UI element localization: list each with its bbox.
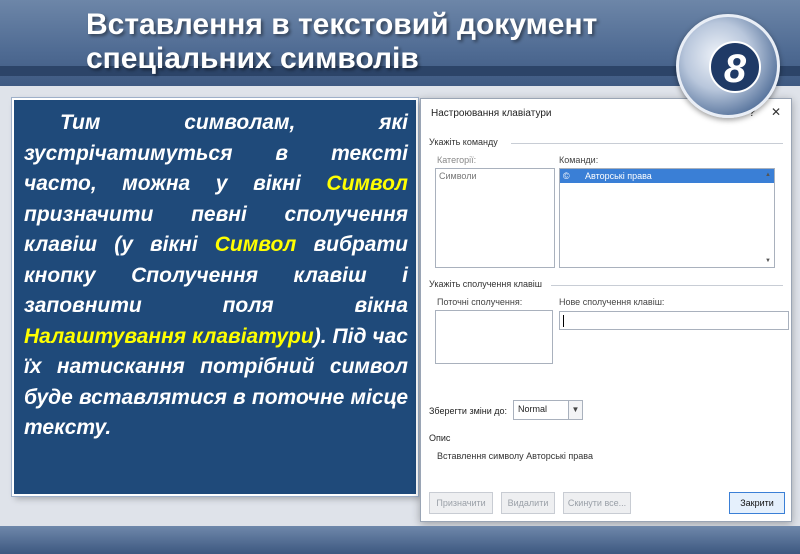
close-button[interactable]: Закрити: [729, 492, 785, 514]
new-keys-input[interactable]: [559, 311, 789, 330]
assign-button[interactable]: Призначити: [429, 492, 493, 514]
reset-all-button[interactable]: Скинути все...: [563, 492, 631, 514]
scroll-down-icon[interactable]: ▼: [763, 256, 773, 266]
customize-keyboard-dialog: Настроювання клавіатури ? ✕ Укажіть кома…: [420, 98, 792, 522]
scroll-up-icon[interactable]: ▲: [763, 170, 773, 180]
commands-list[interactable]: © Авторські права ▲ ▼: [559, 168, 775, 268]
divider: [551, 285, 783, 286]
section-command-label: Укажіть команду: [429, 137, 498, 147]
slide-title: Вставлення в текстовий документ спеціаль…: [86, 8, 726, 76]
command-item-label: Авторські права: [585, 171, 652, 181]
save-in-select[interactable]: Normal ▼: [513, 400, 583, 420]
description-label: Опис: [429, 433, 451, 443]
dialog-title: Настроювання клавіатури: [431, 108, 552, 119]
copyright-symbol: ©: [563, 171, 570, 181]
slide-title-line2: спеціальних символів: [86, 42, 419, 75]
highlight-symbol-2: Символ: [214, 233, 297, 256]
slide-title-line1: Вставлення в текстовий документ: [86, 8, 598, 41]
new-keys-label: Нове сполучення клавіш:: [559, 297, 665, 307]
remove-button[interactable]: Видалити: [501, 492, 555, 514]
description-text: Вставлення символу Авторські права: [437, 451, 593, 461]
close-icon[interactable]: ✕: [767, 103, 785, 121]
save-in-value: Normal: [518, 404, 548, 414]
current-keys-list[interactable]: [435, 310, 553, 364]
categories-label: Категорії:: [437, 155, 477, 165]
divider: [511, 143, 783, 144]
section-keys-label: Укажіть сполучення клавіш: [429, 279, 543, 289]
commands-label: Команди:: [559, 155, 599, 165]
highlight-keyboard-settings: Налаштування клавіатури: [24, 324, 314, 348]
categories-list[interactable]: Символи: [435, 168, 555, 268]
category-item[interactable]: Символи: [436, 169, 554, 183]
save-in-label: Зберегти зміни до:: [429, 406, 508, 416]
text-panel: Тим символам, які зустрічатимуться в тек…: [12, 98, 418, 496]
panel-text: Тим символам, які зустрічатимуться в тек…: [24, 108, 408, 444]
current-keys-label: Поточні сполучення:: [437, 297, 523, 307]
highlight-symbol-1: Символ: [326, 172, 408, 195]
slide-footer: [0, 526, 800, 554]
chevron-down-icon[interactable]: ▼: [568, 401, 582, 419]
text-caret: [563, 315, 564, 327]
command-item-selected[interactable]: © Авторські права: [560, 169, 774, 183]
